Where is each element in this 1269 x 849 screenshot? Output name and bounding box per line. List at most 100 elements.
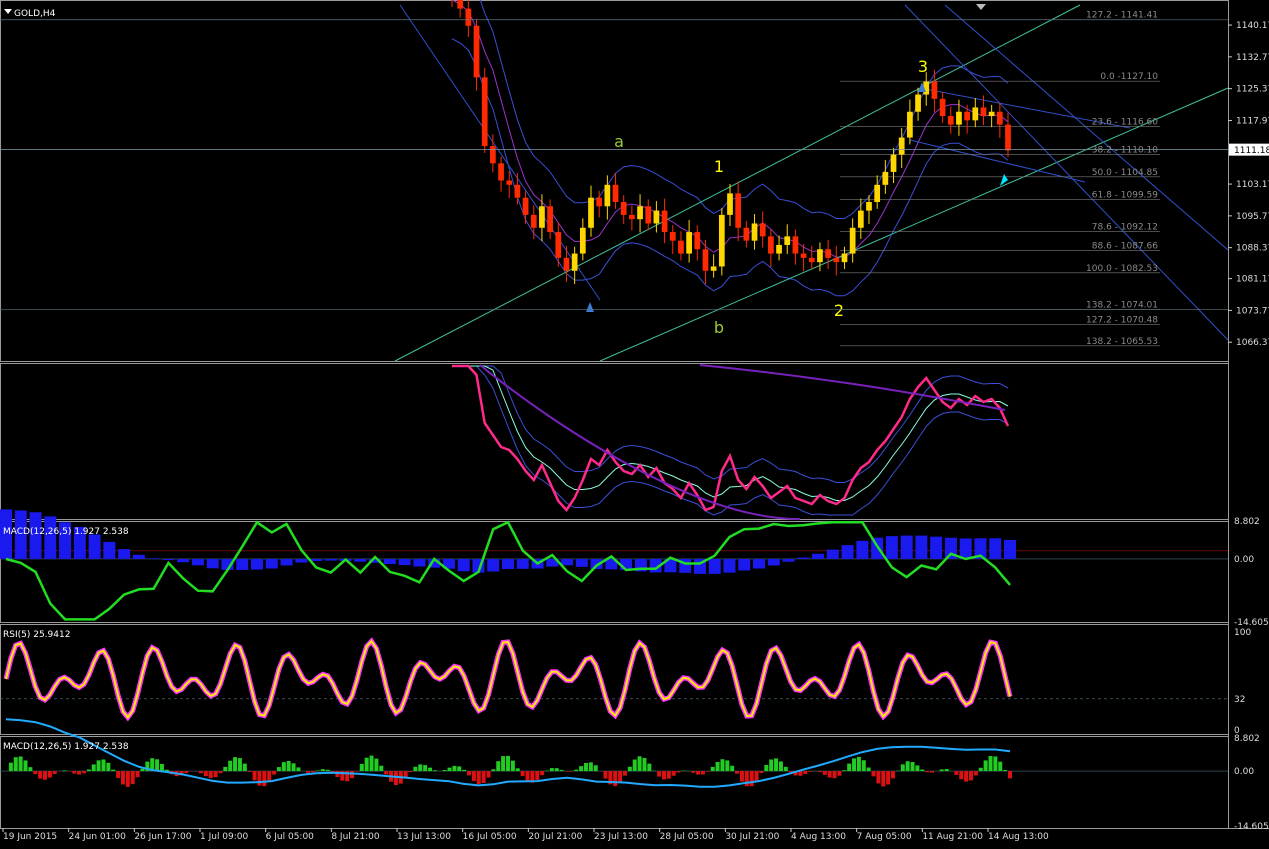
current-price-label: 1111.18 xyxy=(1234,146,1269,156)
candle-body xyxy=(465,8,472,26)
macd1-hist-bar xyxy=(738,558,751,571)
macd2-hist-bar xyxy=(647,763,652,772)
candle-body xyxy=(751,223,758,241)
macd1-hist-bar xyxy=(930,536,943,559)
macd1-hist-bar xyxy=(856,540,869,559)
macd2-hist-bar xyxy=(135,771,140,778)
macd2-hist-bar xyxy=(496,761,501,772)
wave-label-2: 2 xyxy=(834,301,844,320)
candle-body xyxy=(702,249,709,271)
axes: 1140.17 1132.77 1125.37 1117.97 1103.17 1095.… xyxy=(0,19,1269,842)
chart-canvas[interactable]: 127.2 - 1141.41 0.0 -1127.10 23.6 - 1116.6… xyxy=(0,0,1269,849)
candle-body xyxy=(939,98,946,117)
macd2-hist-bar xyxy=(739,771,744,782)
macd2-hist-bar xyxy=(452,765,457,772)
macd2-hist-bar xyxy=(754,771,759,782)
macd2-hist-bar xyxy=(983,760,988,772)
macd1-hist-bar xyxy=(177,558,190,563)
macd2-hist-bar xyxy=(467,771,472,776)
price-tick-label: 1125.37 xyxy=(1236,85,1269,95)
price-tick-label: 1088.37 xyxy=(1236,244,1269,254)
macd2-hist-bar xyxy=(267,771,272,782)
rsi-panel: 100320 xyxy=(0,628,1251,736)
macd1-hist-bar xyxy=(797,557,810,559)
macd2-hist-bar xyxy=(730,765,735,772)
macd2-hist-bar xyxy=(832,771,837,779)
candle-body xyxy=(776,244,782,254)
fib-label: 100.0 - 1082.53 xyxy=(1086,264,1158,274)
macd2-hist-bar xyxy=(281,762,286,772)
macd2-hist-bar xyxy=(944,768,949,772)
macd2-hist-bar xyxy=(900,764,905,772)
macd1-hist-bar xyxy=(162,558,175,561)
candle-body xyxy=(964,111,970,121)
macd2-hist-bar xyxy=(86,769,91,772)
macd2-hist-bar xyxy=(116,771,121,778)
candle-body xyxy=(629,214,635,220)
candle-body xyxy=(931,81,938,99)
candle-body xyxy=(498,163,504,181)
macd2-hist-bar xyxy=(418,764,423,772)
macd2-hist-bar xyxy=(691,771,696,773)
macd2-hist-bar xyxy=(393,771,398,786)
macd2-hist-bar xyxy=(564,771,569,772)
macd2-hist-bar xyxy=(8,762,13,772)
macd2-hist-bar xyxy=(159,763,164,772)
wave-label-a: a xyxy=(614,132,624,151)
macd2-hist-bar xyxy=(218,771,223,774)
macd1-hist-bar xyxy=(103,541,116,559)
macd-panel-2-title: MACD(12,26,5) 1.927 2.538 xyxy=(3,742,129,752)
signal-arrow-low xyxy=(586,302,594,312)
band-lower xyxy=(451,38,1009,297)
macd2-hist-bar xyxy=(72,771,77,774)
panel-frame-macd1 xyxy=(0,521,1229,623)
macd2-hist-bar xyxy=(442,769,447,772)
macd2-hist-bar xyxy=(247,771,252,773)
macd2-hist-bar xyxy=(77,771,82,775)
downtrend-line xyxy=(399,4,601,301)
macd2-hist-bar xyxy=(423,765,428,772)
macd1-hist-bar xyxy=(753,558,765,569)
macd2-hist-bar xyxy=(622,771,627,776)
macd2-hist-bar xyxy=(515,768,520,772)
macd1-hist-bar xyxy=(191,558,204,566)
candle-body xyxy=(457,0,464,9)
candle-body xyxy=(915,94,921,112)
macd2-hist-bar xyxy=(579,766,584,772)
candle-body xyxy=(588,197,594,228)
macd2-hist-bar xyxy=(491,769,496,772)
macd1-tick-label: -14.605 xyxy=(1234,618,1269,628)
x-tick-label: 13 Jul 13:00 xyxy=(397,832,451,842)
macd2-hist-bar xyxy=(237,758,242,772)
fib-label: 127.2 - 1070.48 xyxy=(1086,316,1158,326)
macd2-hist-bar xyxy=(262,771,267,787)
macd2-hist-bar xyxy=(569,771,574,772)
macd2-hist-bar xyxy=(130,771,135,785)
macd1-hist-bar xyxy=(413,558,426,567)
macd2-hist-bar xyxy=(866,767,871,772)
macd2-hist-bar xyxy=(925,771,930,773)
candle-body xyxy=(547,206,553,233)
candle-body xyxy=(898,137,905,155)
macd2-hist-bar xyxy=(749,771,754,787)
macd2-hist-bar xyxy=(364,757,369,772)
macd2-hist-bar xyxy=(696,771,701,775)
fib-label: 138.2 - 1074.01 xyxy=(1086,300,1158,310)
macd1-hist-bar xyxy=(900,535,913,559)
macd2-hist-bar xyxy=(847,763,852,772)
macd2-hist-bar xyxy=(101,759,106,772)
candle-body xyxy=(817,249,823,263)
candle-body xyxy=(907,111,913,138)
macd2-hist-bar xyxy=(700,771,705,775)
candle-body xyxy=(1005,124,1011,151)
osc-main xyxy=(452,364,1010,513)
candle-body xyxy=(563,257,570,271)
macd1-hist-bar xyxy=(502,558,514,570)
fan-line-1 xyxy=(904,4,1229,341)
macd2-hist-bar xyxy=(23,760,28,772)
macd1-tick-label: 8.802 xyxy=(1234,517,1260,527)
macd2-hist-bar xyxy=(964,771,969,782)
candle-body xyxy=(800,253,807,258)
flag-lower xyxy=(909,139,1086,183)
macd2-hist-bar xyxy=(988,755,993,772)
